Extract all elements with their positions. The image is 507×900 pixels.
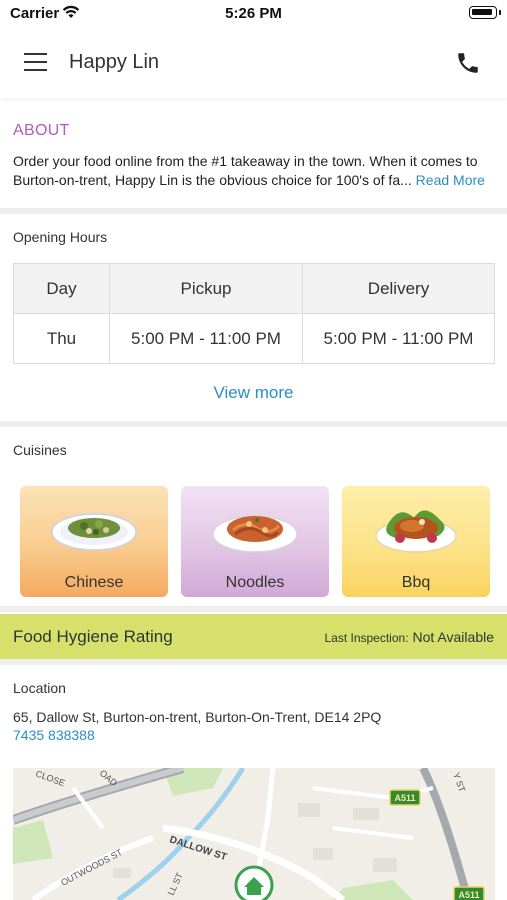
about-line-2-text: Burton-on-trent, Happy Lin is the obviou… (13, 172, 412, 188)
road-shield: A511 (389, 789, 421, 806)
delivery-hours-cell: 5:00 PM - 11:00 PM (323, 329, 474, 348)
last-inspection-label: Last Inspection: (324, 631, 409, 645)
opening-hours-label: Opening Hours (13, 229, 108, 245)
cuisine-label: Noodles (225, 574, 285, 591)
about-line-1: Order your food online from the #1 takea… (13, 153, 478, 169)
view-more-link[interactable]: View more (0, 383, 507, 403)
section-divider (0, 421, 507, 427)
map-label: A511 (458, 890, 479, 900)
column-header-pickup: Pickup (110, 264, 303, 313)
cuisine-card-bbq[interactable]: Bbq (342, 486, 490, 597)
about-line-2: Burton-on-trent, Happy Lin is the obviou… (13, 171, 498, 190)
clock: 5:26 PM (225, 5, 282, 22)
table-row: Thu 5:00 PM - 11:00 PM 5:00 PM - 11:00 P… (14, 314, 494, 364)
opening-hours-table: Day Pickup Delivery Thu 5:00 PM - 11:00 … (13, 263, 495, 364)
section-divider (0, 606, 507, 612)
status-bar: Carrier 5:26 PM (0, 0, 507, 28)
location-label: Location (13, 680, 66, 696)
pickup-hours-cell: 5:00 PM - 11:00 PM (110, 314, 303, 364)
section-divider (0, 659, 507, 665)
bbq-dish-image (375, 510, 457, 553)
last-inspection: Last Inspection: Not Available (324, 629, 494, 645)
map-label: A511 (394, 793, 415, 803)
cuisine-label: Bbq (401, 574, 431, 591)
about-heading: ABOUT (13, 122, 70, 139)
section-divider (0, 208, 507, 214)
column-header-day: Day (14, 264, 110, 313)
cuisine-card-noodles[interactable]: Noodles (181, 486, 329, 597)
food-hygiene-banner: Food Hygiene Rating Last Inspection: Not … (0, 614, 507, 659)
phone-icon[interactable] (455, 50, 481, 76)
column-header-delivery: Delivery (367, 278, 430, 298)
road-shield: A511 (453, 886, 485, 900)
menu-icon[interactable] (24, 53, 47, 71)
nav-bar: Happy Lin (0, 28, 507, 98)
table-header-row: Day Pickup Delivery (14, 264, 494, 314)
cuisines-label: Cuisines (13, 442, 67, 458)
last-inspection-value: Not Available (412, 629, 494, 645)
battery-icon (469, 6, 501, 19)
cuisine-label: Chinese (64, 574, 124, 591)
address-text: 65, Dallow St, Burton-on-trent, Burton-O… (13, 709, 382, 725)
day-cell: Thu (14, 314, 110, 364)
noodles-dish-image (212, 515, 298, 553)
cuisine-card-chinese[interactable]: Chinese (20, 486, 168, 597)
chinese-dish-image (51, 513, 137, 551)
food-hygiene-title: Food Hygiene Rating (13, 627, 173, 646)
read-more-link[interactable]: Read More (416, 172, 485, 188)
phone-number-link[interactable]: 7435 838388 (13, 727, 95, 743)
page-title: Happy Lin (69, 51, 160, 73)
location-pin-icon[interactable] (234, 865, 274, 900)
location-map[interactable]: A511 A511 CLOSE OAD OUTWOODS ST DALLOW S… (13, 768, 495, 900)
about-text: Order your food online from the #1 takea… (13, 152, 498, 190)
